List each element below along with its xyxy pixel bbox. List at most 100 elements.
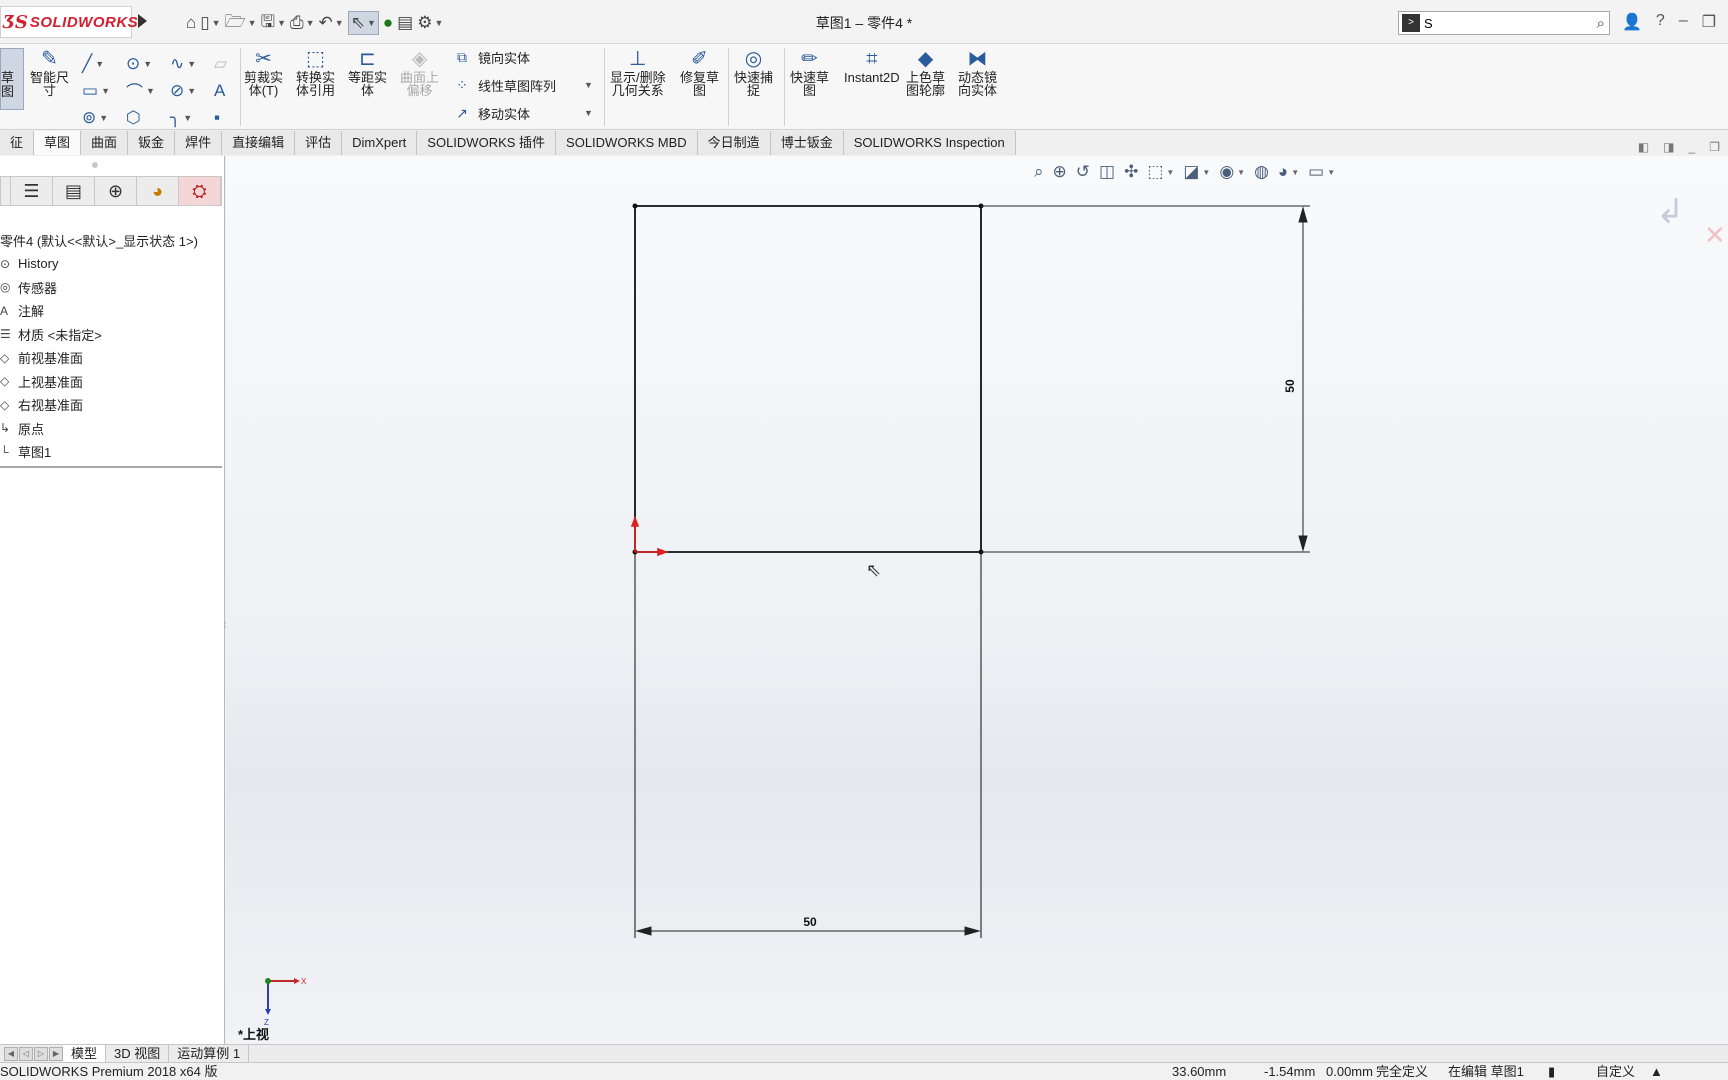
tree-item-right-plane[interactable]: ◇ 右视基准面 [0,393,222,417]
display-manager-icon[interactable]: ⛭ [179,177,221,205]
restore-icon[interactable]: ❐ [1702,12,1716,32]
units-chevron-up-icon[interactable]: ▲ [1650,1063,1663,1080]
next-tab-icon[interactable]: ▷ [34,1046,48,1061]
file-properties-icon[interactable]: ▤ [397,11,413,35]
shaded-contours-button[interactable]: ◆ 上色草 图轮廓 [906,48,945,97]
rapid-sketch-button[interactable]: ✏ 快速草 图 [790,48,829,97]
relations-button[interactable]: ⊥ 显示/删除 几何关系 [610,48,666,97]
sketch-button[interactable]: 草 图 [0,48,24,110]
rectangle-icon[interactable]: ▭ ▼ [82,77,126,104]
spline-icon[interactable]: ∿ ▼ [170,50,214,77]
minimize-icon[interactable]: – [1679,12,1688,32]
surface-offset-button[interactable]: ◈ 曲面上 偏移 [400,48,439,97]
sketch-point[interactable] [632,203,638,209]
doc-minimize-icon[interactable]: _ [1689,140,1696,154]
prev-tab-icon[interactable]: ◁ [19,1046,33,1061]
units-selector[interactable]: 自定义 [1596,1063,1635,1080]
tab-3d-view[interactable]: 3D 视图 [106,1044,170,1063]
undo-icon[interactable]: ↶ ▼ [319,11,344,35]
dynamic-mirror-button[interactable]: ⧓ 动态镜 向实体 [958,48,997,97]
tab-dimxpert[interactable]: DimXpert [342,131,418,155]
tab-direct-editing[interactable]: 直接编辑 [222,131,296,155]
tab-manufacturing[interactable]: 今日制造 [697,131,771,155]
tab-inspection[interactable]: SOLIDWORKS Inspection [843,131,1016,155]
tab-evaluate[interactable]: 评估 [295,131,343,155]
move-entities-button[interactable]: ↗ 移动实体 ▼ [452,104,593,122]
chevron-down-icon[interactable]: ▼ [584,80,593,90]
doc-restore-icon[interactable]: ❐ [1709,140,1720,154]
tile-left-icon[interactable]: ◧ [1638,140,1649,154]
tree-item-origin[interactable]: ↳ 原点 [0,417,222,441]
last-tab-icon[interactable]: ▶ [49,1046,63,1061]
tree-item-front-plane[interactable]: ◇ 前视基准面 [0,346,222,370]
property-manager-icon[interactable]: ▤ [53,177,95,205]
fillet-icon[interactable]: ╮ ▼ [170,104,214,131]
dimension-value-horizontal[interactable]: 50 [803,915,817,929]
smart-dimension-button[interactable]: ✎ 智能尺 寸 [30,48,69,97]
tree-item-annotations[interactable]: A 注解 [0,299,222,323]
search-input[interactable] [1424,15,1597,31]
feature-tree-icon[interactable]: ☰ [11,177,53,205]
tab-dr-sheet-metal[interactable]: 博士钣金 [770,131,844,155]
select-icon[interactable]: ⇖ ▼ [347,11,379,35]
tab-features[interactable]: 征 [0,131,35,155]
tree-item-material[interactable]: ☰ 材质 <未指定> [0,323,222,347]
search-box[interactable]: > ⌕ [1398,11,1610,35]
rollback-bar[interactable] [0,465,222,468]
open-icon[interactable]: 🗁 ▼ [225,11,257,35]
feature-tree: 零件4 (默认<<默认>_显示状态 1>) ⊙ History ◎ 传感器 A … [0,232,222,468]
save-icon[interactable]: 🖫 ▼ [261,11,286,35]
help-icon[interactable]: ? [1656,12,1665,32]
tab-addins[interactable]: SOLIDWORKS 插件 [417,131,557,155]
user-icon[interactable]: 👤 [1622,12,1642,32]
convert-entities-button[interactable]: ⬚ 转换实 体引用 [296,48,335,97]
linear-pattern-button[interactable]: ⁘ 线性草图阵列 ▼ [452,76,593,94]
tree-item-history[interactable]: ⊙ History [0,252,222,276]
mirror-entities-button[interactable]: ⧉ 镜向实体 [452,48,593,66]
tree-item-top-plane[interactable]: ◇ 上视基准面 [0,370,222,394]
rebuild-status-icon[interactable]: ▮ [1548,1063,1555,1080]
slot-icon[interactable]: ⊚ ▼ [82,104,126,131]
repair-sketch-button[interactable]: ✐ 修复草 图 [680,48,719,97]
home-icon[interactable]: ⌂ [186,11,196,35]
tab-model[interactable]: 模型 [63,1044,107,1063]
tab-motion-study[interactable]: 运动算例 1 [169,1044,250,1063]
appearance-manager-icon[interactable]: ◕ [137,177,179,205]
offset-button[interactable]: ⊏ 等距实 体 [348,48,387,97]
first-tab-icon[interactable]: ◀ [4,1046,18,1061]
configuration-manager-icon[interactable]: ⊕ [95,177,137,205]
arc-icon[interactable]: ⌒ ▼ [126,77,170,104]
instant2d-button[interactable]: ⌗ Instant2D [844,48,900,84]
panel-handle[interactable] [92,162,98,168]
tile-right-icon[interactable]: ◨ [1663,140,1674,154]
search-icon[interactable]: ⌕ [1597,15,1605,32]
manager-tab-edge[interactable] [1,177,11,205]
rebuild-icon[interactable]: ● [383,11,393,35]
tab-surfaces[interactable]: 曲面 [81,131,129,155]
graphics-area[interactable]: ⌕ ⊕ ↺ ◫ ✣ ⬚ ▼ ◪ ▼ ◉ ▼ ◍ ◕ ▼ ▭ ▼ ↲ ✕ 50 5… [226,156,1728,1044]
tab-sheet-metal[interactable]: 钣金 [128,131,176,155]
tree-item-sensors[interactable]: ◎ 传感器 [0,276,222,300]
command-search-icon[interactable]: > [1402,14,1420,32]
quick-snaps-button[interactable]: ◎ 快速捕 捉 [734,48,773,97]
sketch-canvas[interactable]: 50 50 [226,156,1728,1044]
tree-root-part[interactable]: 零件4 (默认<<默认>_显示状态 1>) [0,232,222,252]
menu-expand-arrow-icon[interactable] [138,14,147,28]
solidworks-logo[interactable]: ƷS SOLIDWORKS [0,6,138,38]
tab-weldments[interactable]: 焊件 [175,131,223,155]
tree-item-sketch1[interactable]: └ 草图1 [0,440,222,464]
trim-button[interactable]: ✂ 剪裁实 体(T) [244,48,283,97]
point-icon[interactable]: ▪ [214,104,258,131]
tab-mbd[interactable]: SOLIDWORKS MBD [556,131,698,155]
options-icon[interactable]: ⚙ ▼ [417,11,443,35]
dimension-value-vertical[interactable]: 50 [1283,379,1297,393]
tab-sketch[interactable]: 草图 [34,131,82,155]
polygon-icon[interactable]: ⊘ ▼ [170,77,214,104]
origin-icon[interactable] [630,515,669,557]
circle-icon[interactable]: ⊙ ▼ [126,50,170,77]
new-document-icon[interactable]: ▯ ▼ [200,11,220,35]
print-icon[interactable]: ⎙ ▼ [290,11,315,35]
hexagon-icon[interactable]: ⬡ [126,104,170,131]
line-icon[interactable]: ╱ ▼ [82,50,126,77]
chevron-down-icon[interactable]: ▼ [584,108,593,118]
